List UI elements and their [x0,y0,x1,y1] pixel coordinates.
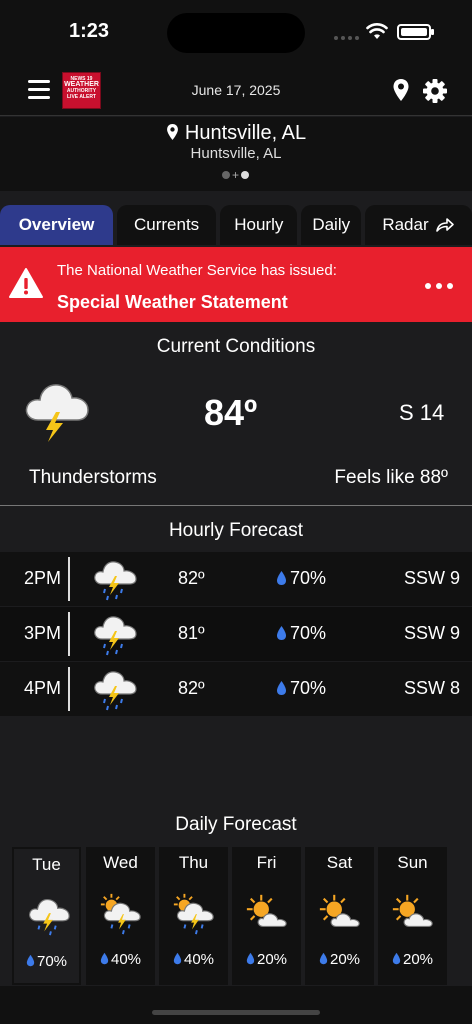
day-name: Tue [32,855,61,874]
location-pin-icon[interactable] [392,78,410,102]
hour-wind: SSW 9 [403,568,460,588]
hour-temperature: 81º [178,623,205,643]
thunder-rain-icon [94,616,137,656]
hourly-row[interactable]: 4PM 82º 70% SSW 8 [0,662,472,716]
more-options-icon[interactable] [425,283,453,289]
day-precipitation: 40% [86,951,155,968]
tab-radar[interactable]: Radar [364,205,472,245]
day-precipitation: 20% [232,951,301,968]
hour-precipitation: 70% [276,678,326,699]
settings-gear-icon[interactable] [422,78,448,104]
location-name: Huntsville, AL [184,122,307,144]
tab-currents[interactable]: Currents [117,205,217,245]
daily-forecast-title: Daily Forecast [175,814,297,835]
tab-overview[interactable]: Overview [0,205,114,245]
status-bar: 1:23 [0,0,472,64]
battery-icon [397,24,434,40]
day-card[interactable]: Fri 20% [232,847,301,985]
partly-sunny-icon [392,894,433,928]
hourly-forecast-title: Hourly Forecast [168,520,304,541]
hour-wind: SSW 8 [403,678,460,698]
partly-sunny-icon [319,894,360,928]
tab-radar-label: Radar [382,215,429,234]
location-marker-icon [166,124,178,140]
row-separator [68,667,70,711]
tab-bar: Overview Currents Hourly Daily Radar [0,205,472,245]
thunder-rain-icon [94,671,137,711]
section-divider [0,505,472,506]
raindrop-icon [100,952,109,965]
status-time: 1:23 [69,20,110,42]
weather-alert-banner[interactable]: The National Weather Service has issued:… [0,247,472,322]
current-conditions-title: Current Conditions [156,336,316,357]
hour-temperature: 82º [178,678,205,698]
home-indicator[interactable] [152,1010,320,1015]
raindrop-icon [277,571,286,585]
day-precipitation: 40% [159,951,228,968]
day-precipitation: 70% [14,953,79,970]
location-selector[interactable]: Huntsville, AL Huntsville, AL + [0,117,472,191]
feels-like: Feels like 88º [334,467,448,488]
hourly-row[interactable]: 3PM 81º 70% SSW 9 [0,607,472,661]
raindrop-icon [277,626,286,640]
current-temperature: 84º [204,392,258,433]
location-title: Huntsville, AL [0,122,472,145]
tab-daily[interactable]: Daily [301,205,361,245]
share-arrow-icon [435,218,454,232]
day-name: Thu [178,853,209,872]
sun-thunder-icon [173,893,214,935]
current-condition: Thunderstorms [29,467,157,488]
partly-sunny-icon [246,894,287,928]
thunder-rain-icon [94,561,137,601]
row-separator [68,612,70,656]
location-page-dots[interactable]: + [222,169,250,181]
alert-intro-text: The National Weather Service has issued: [57,262,337,279]
tab-hourly[interactable]: Hourly [220,205,298,245]
hour-wind: SSW 9 [403,623,460,643]
raindrop-icon [319,952,328,965]
bottom-bar [0,986,472,1024]
day-precipitation: 20% [378,951,447,968]
day-precipitation: 20% [305,951,374,968]
dynamic-island [167,13,305,53]
app-header: NEWS 19 WEATHER AUTHORITY LIVE ALERT Jun… [0,64,472,116]
day-card[interactable]: Sun 20% [378,847,447,985]
thunderstorm-icon [29,898,70,936]
thunderstorm-icon [25,384,89,442]
daily-forecast-strip: Tue 70% Wed 40% Thu 40% Fri 20% Sat 20% … [10,847,462,985]
raindrop-icon [277,681,286,695]
day-name: Sat [326,853,353,872]
day-card[interactable]: Sat 20% [305,847,374,985]
raindrop-icon [246,952,255,965]
row-separator [68,557,70,601]
raindrop-icon [26,954,35,967]
hour-precipitation: 70% [276,568,326,589]
day-name: Fri [256,853,277,872]
day-name: Sun [397,853,428,872]
hour-temperature: 82º [178,568,205,588]
day-card[interactable]: Wed 40% [86,847,155,985]
day-card[interactable]: Thu 40% [159,847,228,985]
raindrop-icon [173,952,182,965]
current-wind: S 14 [399,400,445,425]
sun-thunder-icon [100,893,141,935]
location-subtitle: Huntsville, AL [190,145,282,162]
alert-title: Special Weather Statement [57,292,288,312]
hourly-row[interactable]: 2PM 82º 70% SSW 9 [0,552,472,606]
day-name: Wed [103,853,138,872]
hour-time: 4PM [23,678,61,698]
wifi-icon [366,23,388,39]
day-card[interactable]: Tue 70% [12,847,81,985]
warning-triangle-icon [9,268,43,298]
hour-time: 2PM [23,568,61,588]
raindrop-icon [392,952,401,965]
cellular-signal-icon [334,36,359,40]
hour-precipitation: 70% [276,623,326,644]
hour-time: 3PM [23,623,61,643]
